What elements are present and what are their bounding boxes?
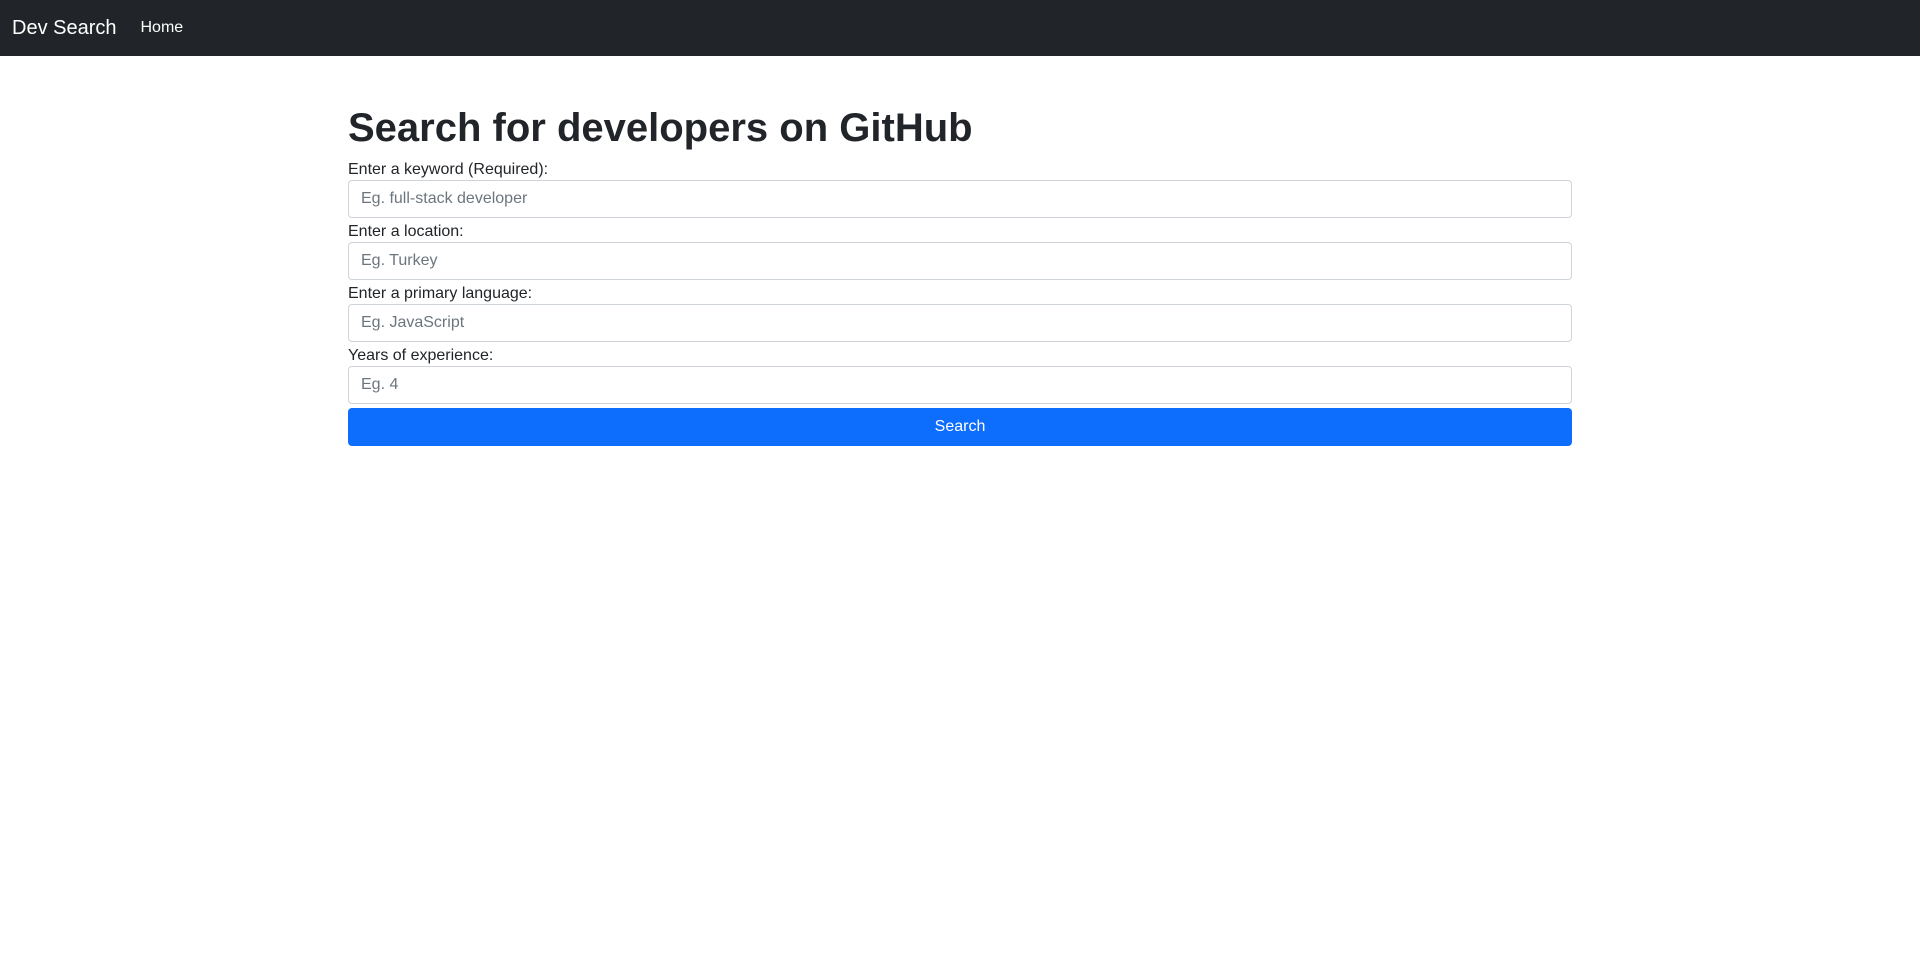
brand-link[interactable]: Dev Search [12, 0, 117, 56]
experience-label: Years of experience: [348, 347, 494, 364]
page-title: Search for developers on GitHub [348, 106, 973, 150]
search-button[interactable]: Search [348, 408, 1572, 446]
location-input[interactable] [348, 242, 1572, 280]
navbar: Dev Search Home [0, 0, 1920, 56]
search-form-container: Search for developers on GitHub Enter a … [348, 104, 1572, 446]
search-form: Enter a keyword (Required): Enter a loca… [348, 160, 1572, 446]
nav-link-home[interactable]: Home [141, 0, 184, 56]
keyword-label: Enter a keyword (Required): [348, 161, 549, 178]
location-label: Enter a location: [348, 223, 464, 240]
experience-input[interactable] [348, 366, 1572, 404]
language-label: Enter a primary language: [348, 285, 533, 302]
language-input[interactable] [348, 304, 1572, 342]
keyword-input[interactable] [348, 180, 1572, 218]
